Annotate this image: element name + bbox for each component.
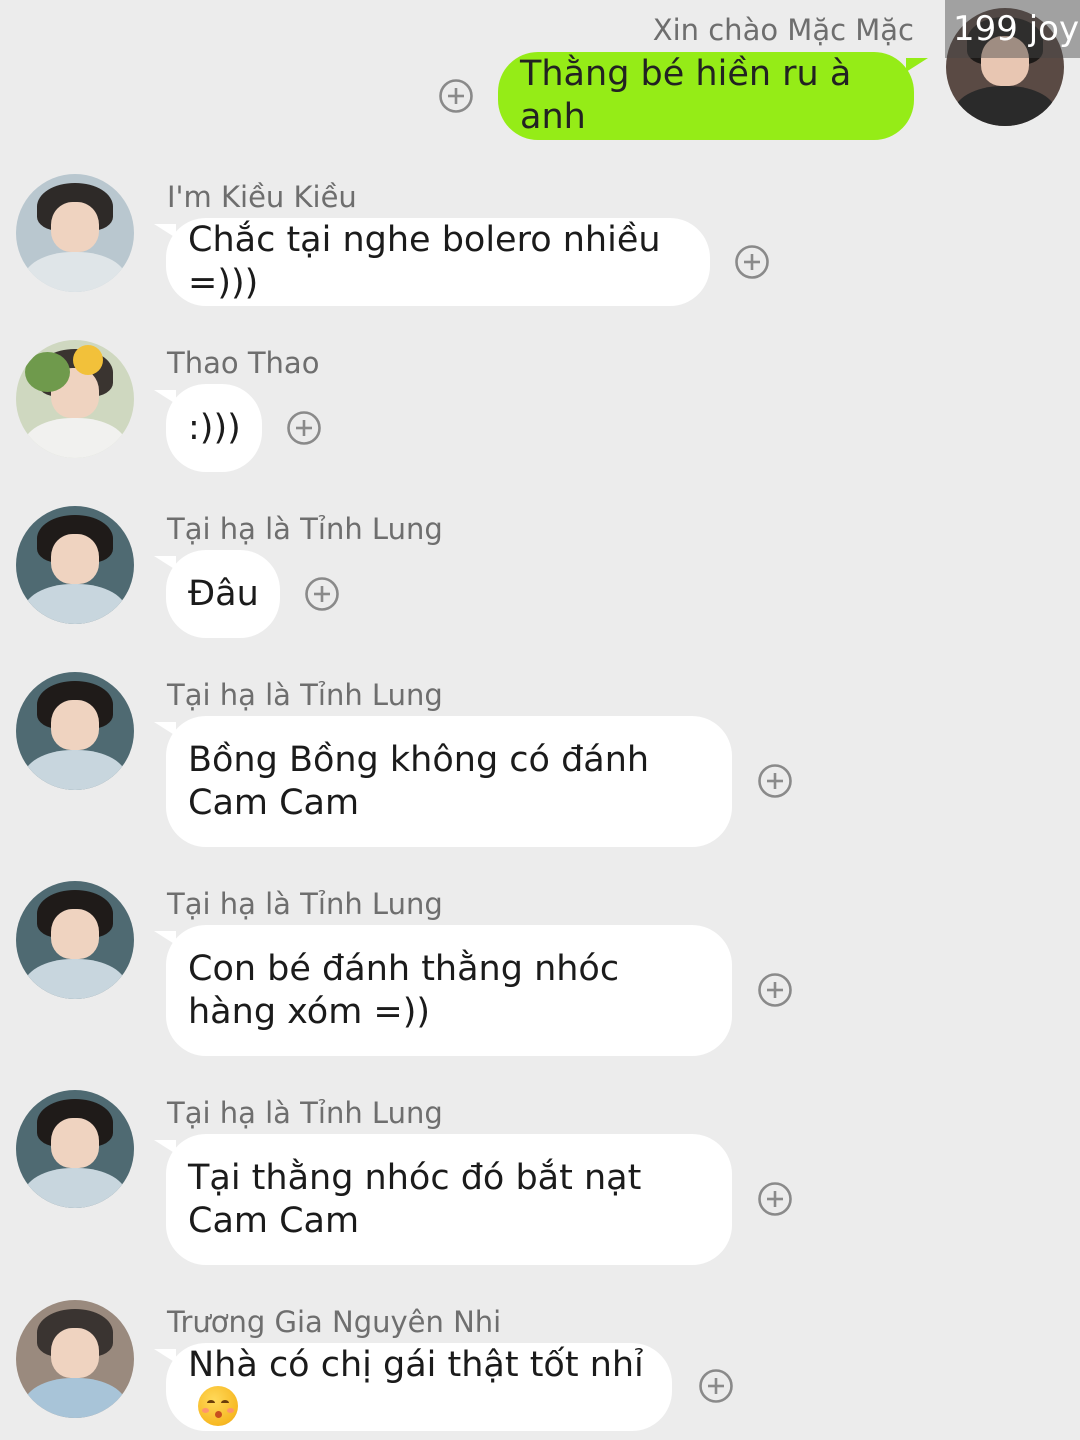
message-bubble[interactable]: Chắc tại nghe bolero nhiều =)))	[154, 218, 710, 306]
add-reaction-button[interactable]	[438, 78, 474, 114]
sender-name: Tại hạ là Tỉnh Lung	[167, 887, 443, 921]
message-text: Bồng Bồng không có đánh Cam Cam	[188, 739, 650, 823]
message-text: Đâu	[188, 573, 259, 614]
chat-screen: Xin chào Mặc Mặc 199 joy Thằng bé hiền r…	[0, 0, 1080, 1440]
add-reaction-button[interactable]	[286, 410, 322, 446]
avatar[interactable]	[16, 672, 134, 790]
avatar[interactable]	[16, 174, 134, 292]
sender-badge: 199 joy	[945, 0, 1080, 58]
plus-circle-icon	[305, 577, 339, 611]
add-reaction-button[interactable]	[757, 763, 793, 799]
plus-circle-icon	[758, 973, 792, 1007]
sender-name: I'm Kiều Kiều	[167, 180, 357, 214]
my-sender-name: Xin chào Mặc Mặc	[652, 13, 914, 47]
message-bubble[interactable]: Nhà có chị gái thật tốt nhỉ	[154, 1343, 672, 1431]
message-bubble[interactable]: Tại thằng nhóc đó bắt nạt Cam Cam	[154, 1134, 732, 1265]
avatar[interactable]	[16, 881, 134, 999]
plus-circle-icon	[287, 411, 321, 445]
avatar[interactable]	[16, 1090, 134, 1208]
message-text: Thằng bé hiền ru à anh	[520, 54, 852, 137]
message-text-content: Nhà có chị gái thật tốt nhỉ	[188, 1345, 644, 1385]
plus-circle-icon	[758, 764, 792, 798]
message-bubble[interactable]: :)))	[154, 384, 262, 472]
plus-circle-icon	[439, 79, 473, 113]
add-reaction-button[interactable]	[757, 972, 793, 1008]
sender-name: Tại hạ là Tỉnh Lung	[167, 678, 443, 712]
message-text: Con bé đánh thằng nhóc hàng xóm =))	[188, 948, 620, 1032]
avatar[interactable]	[16, 340, 134, 458]
sender-name: Trương Gia Nguyên Nhi	[167, 1305, 502, 1339]
add-reaction-button[interactable]	[304, 576, 340, 612]
avatar[interactable]	[16, 1300, 134, 1418]
add-reaction-button[interactable]	[757, 1181, 793, 1217]
sender-name: Thao Thao	[167, 346, 320, 380]
message-text: Chắc tại nghe bolero nhiều =)))	[188, 220, 661, 303]
message-text: :)))	[188, 407, 241, 448]
message-bubble[interactable]: Đâu	[154, 550, 280, 638]
message-bubble[interactable]: Con bé đánh thằng nhóc hàng xóm =))	[154, 925, 732, 1056]
message-text: Tại thằng nhóc đó bắt nạt Cam Cam	[188, 1157, 642, 1241]
outgoing-message-bubble[interactable]: Thằng bé hiền ru à anh	[498, 52, 928, 140]
plus-circle-icon	[699, 1369, 733, 1403]
plus-circle-icon	[735, 245, 769, 279]
kissing-face-emoji-icon	[198, 1386, 238, 1426]
plus-circle-icon	[758, 1182, 792, 1216]
message-text: Nhà có chị gái thật tốt nhỉ	[188, 1344, 650, 1430]
sender-name: Tại hạ là Tỉnh Lung	[167, 1096, 443, 1130]
avatar[interactable]	[16, 506, 134, 624]
add-reaction-button[interactable]	[734, 244, 770, 280]
add-reaction-button[interactable]	[698, 1368, 734, 1404]
message-bubble[interactable]: Bồng Bồng không có đánh Cam Cam	[154, 716, 732, 847]
sender-name: Tại hạ là Tỉnh Lung	[167, 512, 443, 546]
